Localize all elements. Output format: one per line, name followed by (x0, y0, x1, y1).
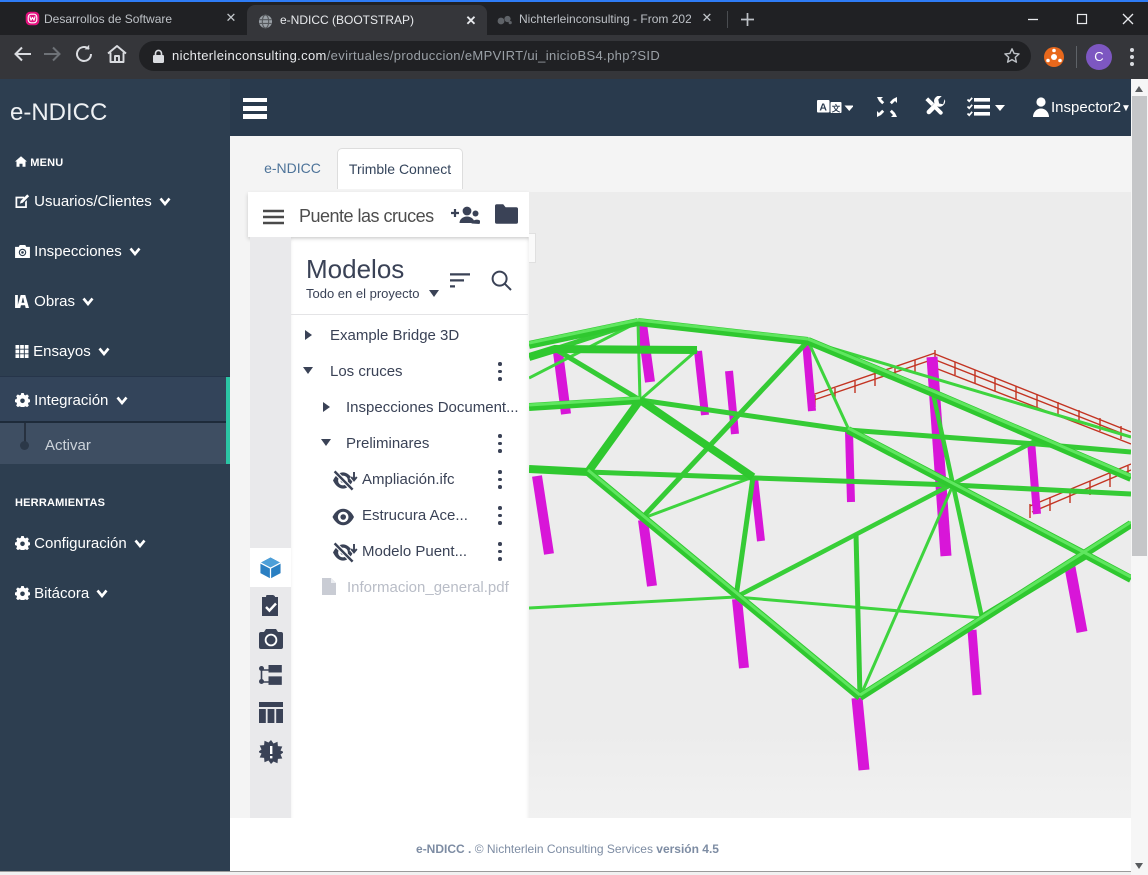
svg-text:A: A (819, 101, 827, 113)
svg-text:文: 文 (832, 103, 841, 113)
